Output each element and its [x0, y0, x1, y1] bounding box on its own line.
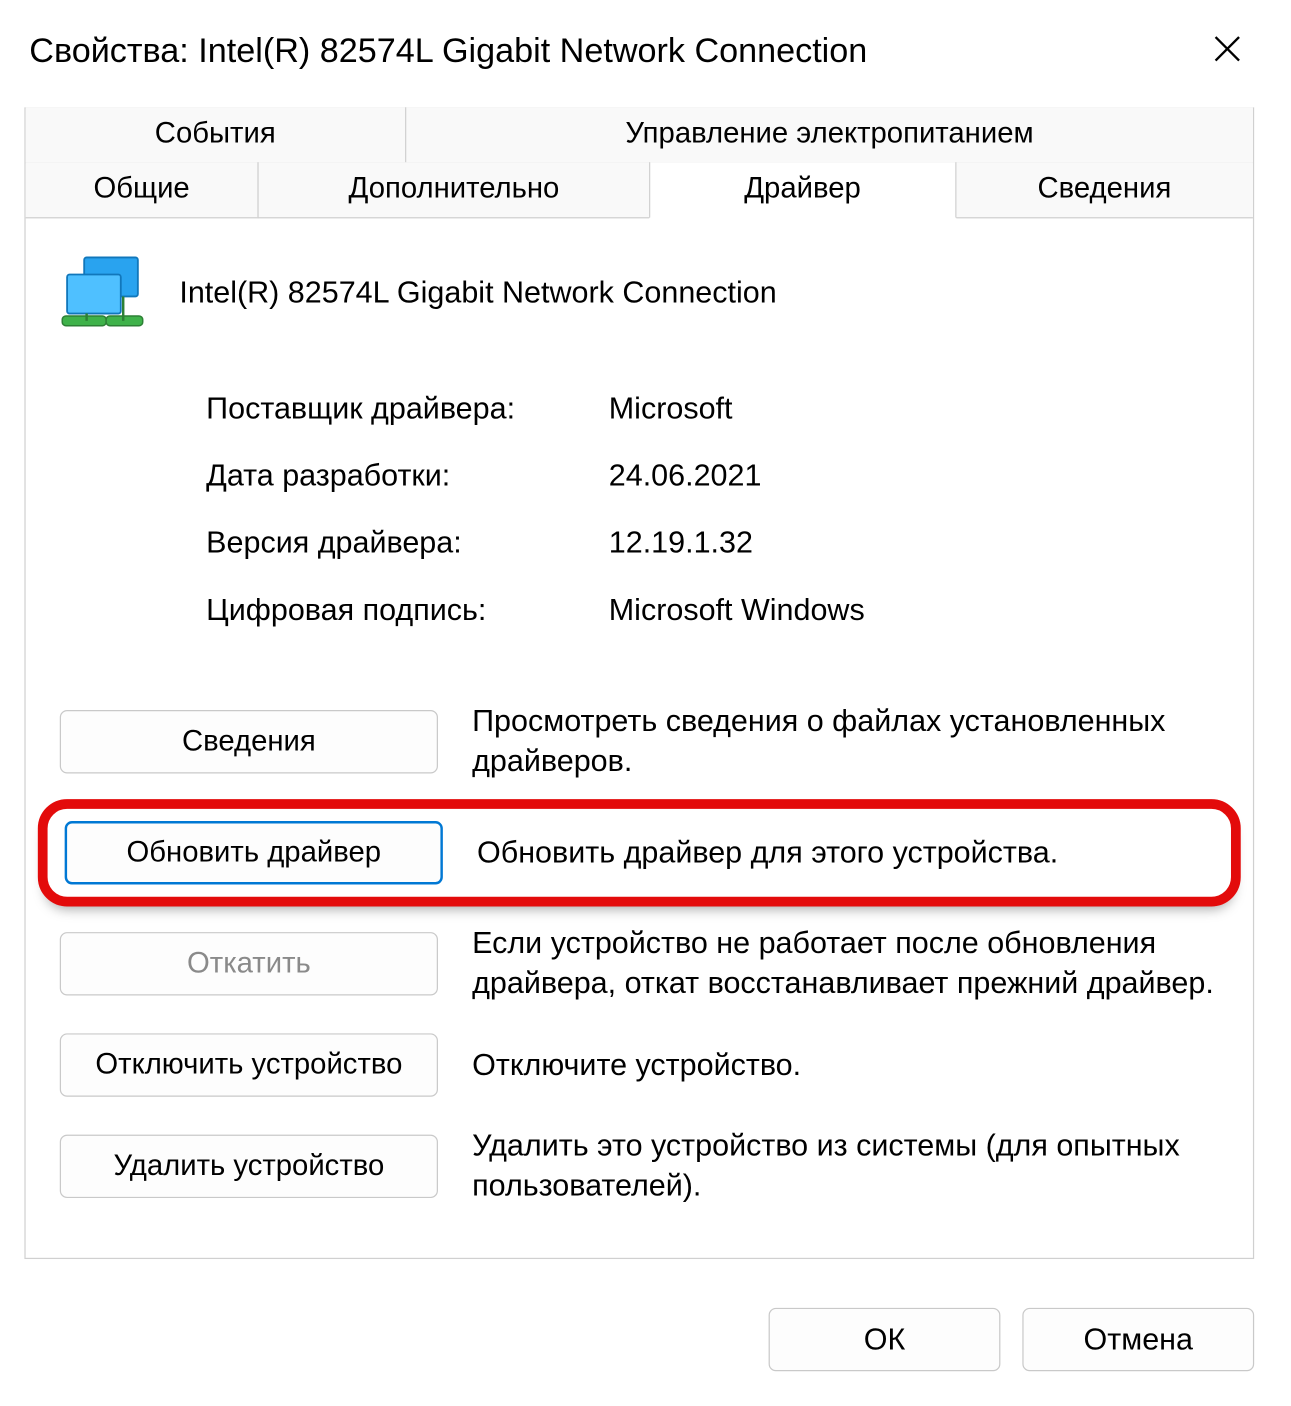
driver-details-desc: Просмотреть сведения о файлах установлен…	[472, 702, 1219, 783]
tab-advanced[interactable]: Дополнительно	[258, 162, 651, 218]
driver-details-button[interactable]: Сведения	[60, 710, 438, 773]
dialog-footer: ОК Отмена	[0, 1283, 1286, 1395]
action-row-uninstall: Удалить устройство Удалить это устройств…	[60, 1111, 1219, 1221]
disable-device-button[interactable]: Отключить устройство	[60, 1033, 438, 1096]
tab-details[interactable]: Сведения	[955, 162, 1253, 218]
date-value: 24.06.2021	[609, 459, 1219, 494]
action-row-update: Обновить драйвер Обновить драйвер для эт…	[38, 799, 1241, 906]
close-button[interactable]	[1198, 22, 1257, 81]
uninstall-device-desc: Удалить это устройство из системы (для о…	[472, 1126, 1219, 1207]
update-driver-button[interactable]: Обновить драйвер	[65, 821, 443, 884]
tab-power-management[interactable]: Управление электропитанием	[405, 107, 1253, 163]
version-label: Версия драйвера:	[206, 526, 609, 561]
action-row-details: Сведения Просмотреть сведения о файлах у…	[60, 687, 1219, 797]
version-value: 12.19.1.32	[609, 526, 1219, 561]
rollback-driver-button: Откатить	[60, 932, 438, 995]
uninstall-device-button[interactable]: Удалить устройство	[60, 1135, 438, 1198]
provider-label: Поставщик драйвера:	[206, 392, 609, 427]
close-icon	[1214, 32, 1241, 70]
driver-actions: Сведения Просмотреть сведения о файлах у…	[60, 687, 1219, 1221]
provider-value: Microsoft	[609, 392, 1219, 427]
cancel-button[interactable]: Отмена	[1022, 1308, 1254, 1371]
device-name: Intel(R) 82574L Gigabit Network Connecti…	[179, 273, 776, 311]
signer-label: Цифровая подпись:	[206, 593, 609, 628]
tab-content-driver: Intel(R) 82574L Gigabit Network Connecti…	[26, 218, 1253, 1257]
driver-info-grid: Поставщик драйвера: Microsoft Дата разра…	[206, 392, 1219, 629]
tab-driver[interactable]: Драйвер	[649, 162, 956, 218]
network-adapter-icon	[60, 253, 148, 331]
date-label: Дата разработки:	[206, 459, 609, 494]
title-bar: Свойства: Intel(R) 82574L Gigabit Networ…	[0, 0, 1286, 107]
ok-button[interactable]: ОК	[769, 1308, 1001, 1371]
rollback-driver-desc: Если устройство не работает после обновл…	[472, 924, 1219, 1005]
tab-events[interactable]: События	[26, 107, 406, 163]
window-title: Свойства: Intel(R) 82574L Gigabit Networ…	[29, 32, 867, 71]
update-driver-desc: Обновить драйвер для этого устройства.	[477, 833, 1214, 873]
signer-value: Microsoft Windows	[609, 593, 1219, 628]
tab-container: События Управление электропитанием Общие…	[24, 107, 1254, 1259]
tab-general[interactable]: Общие	[26, 162, 259, 218]
action-row-rollback: Откатить Если устройство не работает пос…	[60, 909, 1219, 1019]
action-row-disable: Отключить устройство Отключите устройств…	[60, 1019, 1219, 1112]
properties-dialog: Свойства: Intel(R) 82574L Gigabit Networ…	[0, 0, 1286, 1396]
disable-device-desc: Отключите устройство.	[472, 1045, 1219, 1085]
